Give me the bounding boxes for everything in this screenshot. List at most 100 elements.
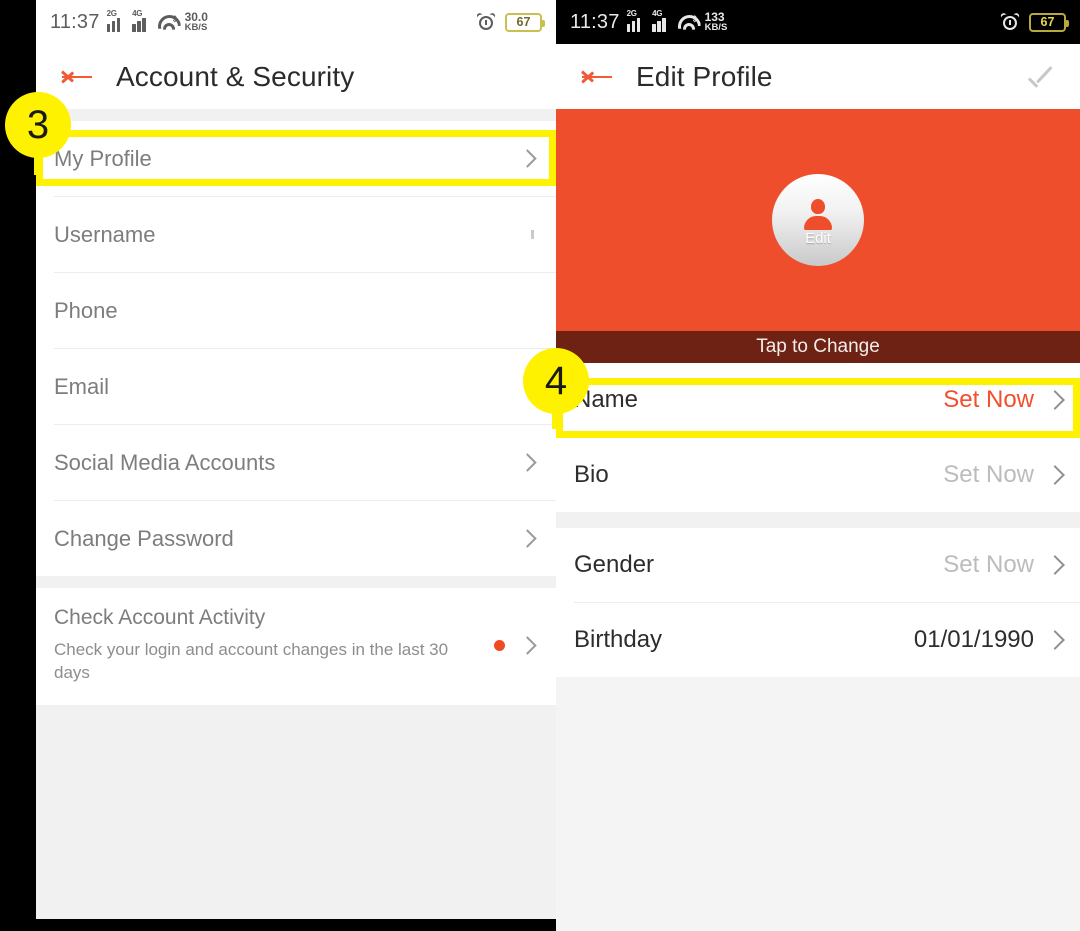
section-gap xyxy=(36,576,556,588)
profile-fields-list-top: Name Set Now Bio Set Now xyxy=(556,363,1080,512)
person-icon xyxy=(803,199,833,230)
network-speed-unit: KB/S xyxy=(704,22,728,34)
network-speed: 30.0 KB/S xyxy=(185,11,208,33)
activity-accessory xyxy=(494,636,537,655)
alarm-icon xyxy=(475,11,497,32)
signal-2g-icon: 2G xyxy=(106,8,126,32)
list-item-accessory xyxy=(518,529,537,548)
status-time: 11:37 xyxy=(570,10,620,33)
app-bar-edit-profile: Edit Profile xyxy=(556,44,1080,109)
back-arrow-icon[interactable] xyxy=(580,62,614,92)
section-gap xyxy=(36,109,556,121)
list-item-username[interactable]: Username xyxy=(36,197,556,272)
chevron-right-icon xyxy=(518,529,537,548)
chevron-right-icon xyxy=(1045,555,1065,575)
wifi-icon: ⇕ xyxy=(678,14,699,30)
battery-level: 67 xyxy=(1040,15,1055,29)
network-speed-unit: KB/S xyxy=(184,22,208,34)
status-bar-right: 11:37 2G 4G ⇕ 133 KB/S 67 xyxy=(556,0,1080,44)
list-item-label: Username xyxy=(54,221,156,247)
list-item-email[interactable]: Email xyxy=(36,349,556,424)
step-badge-number: 3 xyxy=(26,103,50,147)
tap-to-change-bar[interactable]: Tap to Change xyxy=(556,331,1080,363)
list-item-value: Set Now xyxy=(943,461,1034,488)
wifi-icon: ⇕ xyxy=(158,14,179,30)
list-item-label: My Profile xyxy=(54,145,152,171)
left-phone-screen: 11:37 2G 4G ⇕ 30.0 KB/S 67 Account & Sec… xyxy=(36,0,556,919)
activity-text-block: Check Account Activity Check your login … xyxy=(54,606,474,685)
list-item-gender[interactable]: Gender Set Now xyxy=(556,528,1080,602)
signal-4g-label: 4G xyxy=(132,8,143,18)
back-arrow-icon[interactable] xyxy=(60,62,94,92)
list-item-accessory: 01/01/1990 xyxy=(913,626,1065,654)
list-item-value: Set Now xyxy=(943,386,1034,413)
alarm-icon xyxy=(999,11,1021,32)
chevron-right-icon xyxy=(1045,465,1065,485)
chevron-right-icon xyxy=(518,149,537,168)
status-time: 11:37 xyxy=(50,10,100,33)
signal-2g-label: 2G xyxy=(626,8,637,18)
status-bar-left-group: 11:37 2G 4G ⇕ 30.0 KB/S xyxy=(50,8,208,34)
list-item-accessory: Set Now xyxy=(943,386,1065,414)
right-phone-screen: 11:37 2G 4G ⇕ 133 KB/S 67 Edit Profile E… xyxy=(556,0,1080,931)
status-bar-left: 11:37 2G 4G ⇕ 30.0 KB/S 67 xyxy=(36,0,556,44)
list-item-check-account-activity[interactable]: Check Account Activity Check your login … xyxy=(36,588,556,705)
list-item-change-password[interactable]: Change Password xyxy=(36,501,556,576)
network-speed: 133 KB/S xyxy=(705,11,728,33)
list-item-phone[interactable]: Phone xyxy=(36,273,556,348)
list-item-accessory xyxy=(518,453,537,472)
list-item-my-profile[interactable]: My Profile xyxy=(36,121,556,196)
list-item-value: 01/01/1990 xyxy=(913,626,1034,653)
list-item-social-media-accounts[interactable]: Social Media Accounts xyxy=(36,425,556,500)
avatar-edit-label: Edit xyxy=(805,230,831,247)
signal-2g-icon: 2G xyxy=(626,8,646,32)
list-item-value: Set Now xyxy=(943,551,1034,578)
avatar[interactable]: Edit xyxy=(772,174,864,266)
right-empty-area xyxy=(556,677,1080,916)
list-item-label: Change Password xyxy=(54,525,234,551)
account-settings-list: My Profile Username Phone Email Social M… xyxy=(36,121,556,576)
chevron-right-icon xyxy=(1045,390,1065,410)
list-item-accessory: Set Now xyxy=(943,461,1065,489)
list-item-label: Gender xyxy=(574,551,655,578)
step-badge-number: 4 xyxy=(544,359,568,403)
chevron-right-icon xyxy=(518,453,537,472)
status-bar-right-group: 67 xyxy=(999,11,1069,32)
check-icon[interactable] xyxy=(1024,60,1058,94)
list-item-accessory xyxy=(531,230,534,239)
list-item-label: Phone xyxy=(54,297,118,323)
page-title: Edit Profile xyxy=(636,60,773,92)
list-item-name[interactable]: Name Set Now xyxy=(556,363,1080,437)
app-bar-account-security: Account & Security xyxy=(36,44,556,109)
tap-to-change-label: Tap to Change xyxy=(756,336,880,357)
battery-icon: 67 xyxy=(505,12,545,32)
section-gap xyxy=(556,512,1080,528)
activity-title: Check Account Activity xyxy=(54,606,266,629)
list-item-label: Email xyxy=(54,373,110,399)
list-item-label: Social Media Accounts xyxy=(54,449,276,475)
step-badge-3: 3 xyxy=(5,92,71,175)
list-item-birthday[interactable]: Birthday 01/01/1990 xyxy=(556,603,1080,677)
screenshot-root: 11:37 2G 4G ⇕ 30.0 KB/S 67 Account & Sec… xyxy=(0,0,1080,931)
list-item-label: Bio xyxy=(574,461,609,488)
battery-level: 67 xyxy=(516,15,531,29)
signal-4g-icon: 4G xyxy=(652,8,671,32)
chevron-right-icon xyxy=(1045,630,1065,650)
chevron-right-icon xyxy=(518,636,537,655)
status-bar-left-group: 11:37 2G 4G ⇕ 133 KB/S xyxy=(570,8,728,34)
signal-4g-icon: 4G xyxy=(132,8,151,32)
signal-4g-label: 4G xyxy=(652,8,663,18)
list-item-accessory: Set Now xyxy=(943,551,1065,579)
profile-hero-banner: Edit xyxy=(556,109,1080,331)
status-bar-right-group: 67 xyxy=(475,11,545,32)
step-badge-4: 4 xyxy=(523,348,589,429)
activity-subtitle: Check your login and account changes in … xyxy=(54,640,449,682)
signal-2g-label: 2G xyxy=(106,8,117,18)
left-empty-area xyxy=(36,704,556,919)
unread-dot-icon xyxy=(494,639,505,651)
list-item-label: Birthday xyxy=(574,626,663,653)
list-item-bio[interactable]: Bio Set Now xyxy=(556,438,1080,512)
page-title: Account & Security xyxy=(116,60,355,92)
profile-fields-list-bottom: Gender Set Now Birthday 01/01/1990 xyxy=(556,528,1080,677)
value-placeholder-mark xyxy=(531,230,534,239)
